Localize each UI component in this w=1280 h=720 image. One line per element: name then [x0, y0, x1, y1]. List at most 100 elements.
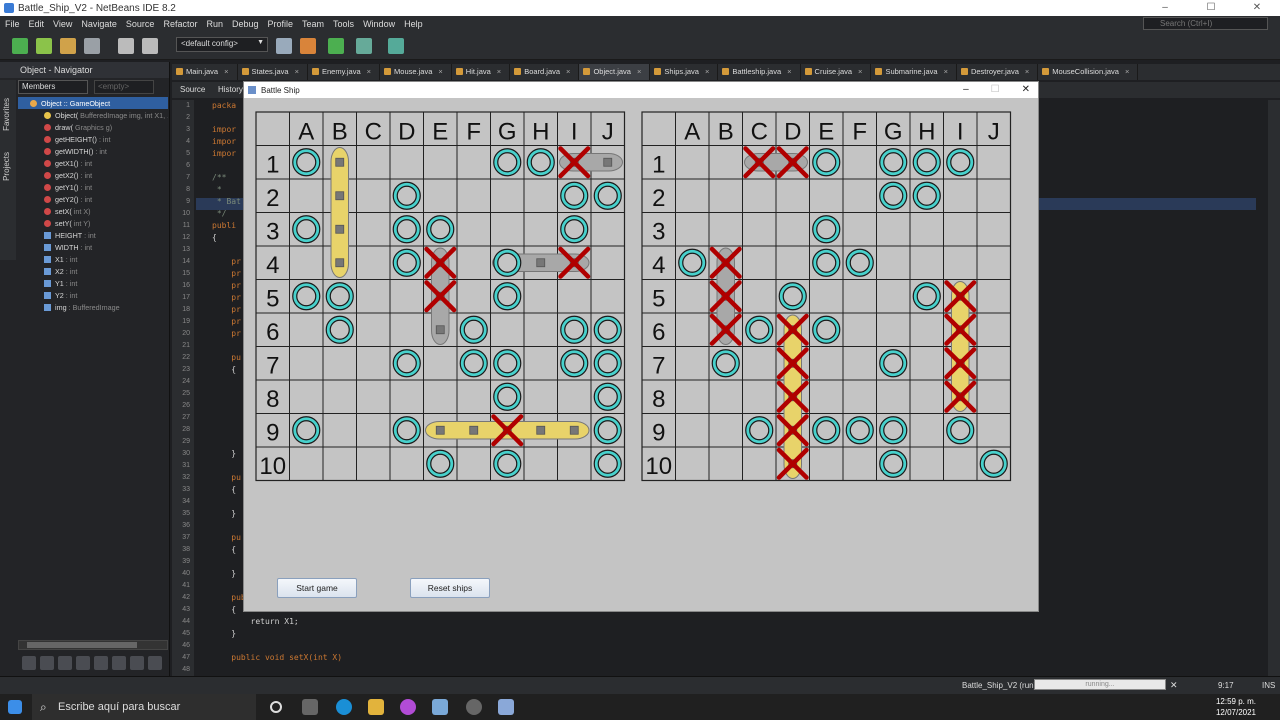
- taskbar-search[interactable]: Escribe aquí para buscar: [32, 694, 256, 720]
- close-tab-icon[interactable]: ×: [1125, 67, 1129, 76]
- close-tab-icon[interactable]: ×: [295, 67, 299, 76]
- clean-build-icon[interactable]: [300, 38, 316, 54]
- navigator-member[interactable]: HEIGHT: int: [18, 229, 168, 241]
- navigator-member[interactable]: getX1(): int: [18, 157, 168, 169]
- menu-profile[interactable]: Profile: [268, 19, 294, 29]
- menu-team[interactable]: Team: [302, 19, 324, 29]
- menu-tools[interactable]: Tools: [333, 19, 354, 29]
- navigator-member[interactable]: getX2(): int: [18, 169, 168, 181]
- game-maximize-button[interactable]: ☐: [991, 82, 1000, 98]
- run-icon[interactable]: [328, 38, 344, 54]
- close-tab-icon[interactable]: ×: [224, 67, 228, 76]
- close-tab-icon[interactable]: ×: [1025, 67, 1029, 76]
- side-tab-favorites[interactable]: Favorites: [2, 98, 11, 131]
- menu-debug[interactable]: Debug: [232, 19, 259, 29]
- tab-states[interactable]: States.java ×: [238, 64, 308, 80]
- tab-main[interactable]: Main.java ×: [172, 64, 238, 80]
- filter-nonpublic-icon[interactable]: [58, 656, 72, 670]
- navigator-member[interactable]: draw(Graphics g): [18, 121, 168, 133]
- close-tab-icon[interactable]: ×: [438, 67, 442, 76]
- tab-object[interactable]: Object.java ×: [579, 64, 651, 80]
- navigator-class-node[interactable]: Object :: GameObject: [18, 97, 168, 109]
- game-canvas[interactable]: A B C D E F G H I J12345678910A B C D E F G H I J123456789…: [244, 98, 1038, 612]
- minimize-button[interactable]: –: [1142, 0, 1188, 16]
- close-tab-icon[interactable]: ×: [497, 67, 501, 76]
- menu-navigate[interactable]: Navigate: [81, 19, 117, 29]
- close-tab-icon[interactable]: ×: [858, 67, 862, 76]
- cortana-icon[interactable]: [270, 701, 282, 713]
- task-view-icon[interactable]: [302, 699, 318, 715]
- edge-icon[interactable]: [336, 699, 352, 715]
- navigator-member[interactable]: setY(int Y): [18, 217, 168, 229]
- navigator-member[interactable]: Y2: int: [18, 289, 168, 301]
- system-clock[interactable]: 12:59 p. m. 12/07/2021: [1216, 696, 1256, 718]
- file-explorer-icon[interactable]: [368, 699, 384, 715]
- tab-hit[interactable]: Hit.java ×: [452, 64, 511, 80]
- profile-icon[interactable]: [388, 38, 404, 54]
- filter-static-icon[interactable]: [40, 656, 54, 670]
- menu-run[interactable]: Run: [206, 19, 223, 29]
- editor-scrollbar[interactable]: [1268, 100, 1280, 676]
- menu-view[interactable]: View: [53, 19, 72, 29]
- menu-file[interactable]: File: [5, 19, 20, 29]
- menu-refactor[interactable]: Refactor: [163, 19, 197, 29]
- horizontal-scrollbar[interactable]: [18, 640, 168, 650]
- app-icon[interactable]: [400, 699, 416, 715]
- tab-board[interactable]: Board.java ×: [510, 64, 580, 80]
- java-taskbar-icon[interactable]: [498, 699, 514, 715]
- navigator-member[interactable]: Object(BufferedImage img, int X1, ...: [18, 109, 168, 121]
- tab-history[interactable]: History: [218, 85, 243, 94]
- navigator-member[interactable]: img: BufferedImage: [18, 301, 168, 313]
- navigator-member[interactable]: setX(int X): [18, 205, 168, 217]
- tab-submarine[interactable]: Submarine.java ×: [871, 64, 957, 80]
- game-close-button[interactable]: ✕: [1022, 82, 1030, 98]
- menu-help[interactable]: Help: [404, 19, 423, 29]
- config-dropdown[interactable]: <default config> ▼: [176, 37, 268, 52]
- secondary-filter-dropdown[interactable]: <empty>: [94, 80, 154, 94]
- start-game-button[interactable]: Start game: [277, 578, 357, 598]
- close-tab-icon[interactable]: ×: [705, 67, 709, 76]
- tab-enemy[interactable]: Enemy.java ×: [308, 64, 381, 80]
- new-project-icon[interactable]: [36, 38, 52, 54]
- save-all-icon[interactable]: [84, 38, 100, 54]
- close-tab-icon[interactable]: ×: [367, 67, 371, 76]
- undo-icon[interactable]: [118, 38, 134, 54]
- debug-icon[interactable]: [356, 38, 372, 54]
- stop-run-icon[interactable]: ✕: [1170, 680, 1178, 691]
- navigator-member[interactable]: getHEIGHT(): int: [18, 133, 168, 145]
- maximize-button[interactable]: ☐: [1188, 0, 1234, 16]
- filter-members-icon[interactable]: [94, 656, 108, 670]
- members-filter-dropdown[interactable]: Members: [18, 80, 88, 94]
- side-tab-projects[interactable]: Projects: [2, 152, 11, 181]
- navigator-member[interactable]: X1: int: [18, 253, 168, 265]
- filter-inherited-icon[interactable]: [76, 656, 90, 670]
- close-tab-icon[interactable]: ×: [566, 67, 570, 76]
- new-file-icon[interactable]: [12, 38, 28, 54]
- sort-name-icon[interactable]: [112, 656, 126, 670]
- menu-window[interactable]: Window: [363, 19, 395, 29]
- windows-start-icon[interactable]: [8, 700, 22, 714]
- tab-cruise[interactable]: Cruise.java ×: [801, 64, 872, 80]
- close-tab-icon[interactable]: ×: [944, 67, 948, 76]
- close-button[interactable]: ✕: [1234, 0, 1280, 16]
- sort-source-icon[interactable]: [130, 656, 144, 670]
- obs-icon[interactable]: [466, 699, 482, 715]
- close-tab-icon[interactable]: ×: [637, 67, 641, 76]
- tab-mousecollision[interactable]: MouseCollision.java ×: [1038, 64, 1139, 80]
- filter-javadoc-icon[interactable]: [148, 656, 162, 670]
- tab-source[interactable]: Source: [180, 85, 205, 94]
- filter-fields-icon[interactable]: [22, 656, 36, 670]
- build-icon[interactable]: [276, 38, 292, 54]
- redo-icon[interactable]: [142, 38, 158, 54]
- tab-battleship[interactable]: Battleship.java ×: [718, 64, 801, 80]
- open-project-icon[interactable]: [60, 38, 76, 54]
- reset-ships-button[interactable]: Reset ships: [410, 578, 490, 598]
- navigator-member[interactable]: getY2(): int: [18, 193, 168, 205]
- tab-ships[interactable]: Ships.java ×: [650, 64, 719, 80]
- game-minimize-button[interactable]: –: [963, 82, 969, 98]
- navigator-member[interactable]: getWIDTH(): int: [18, 145, 168, 157]
- navigator-member[interactable]: getY1(): int: [18, 181, 168, 193]
- menu-source[interactable]: Source: [126, 19, 155, 29]
- close-tab-icon[interactable]: ×: [787, 67, 791, 76]
- navigator-member[interactable]: X2: int: [18, 265, 168, 277]
